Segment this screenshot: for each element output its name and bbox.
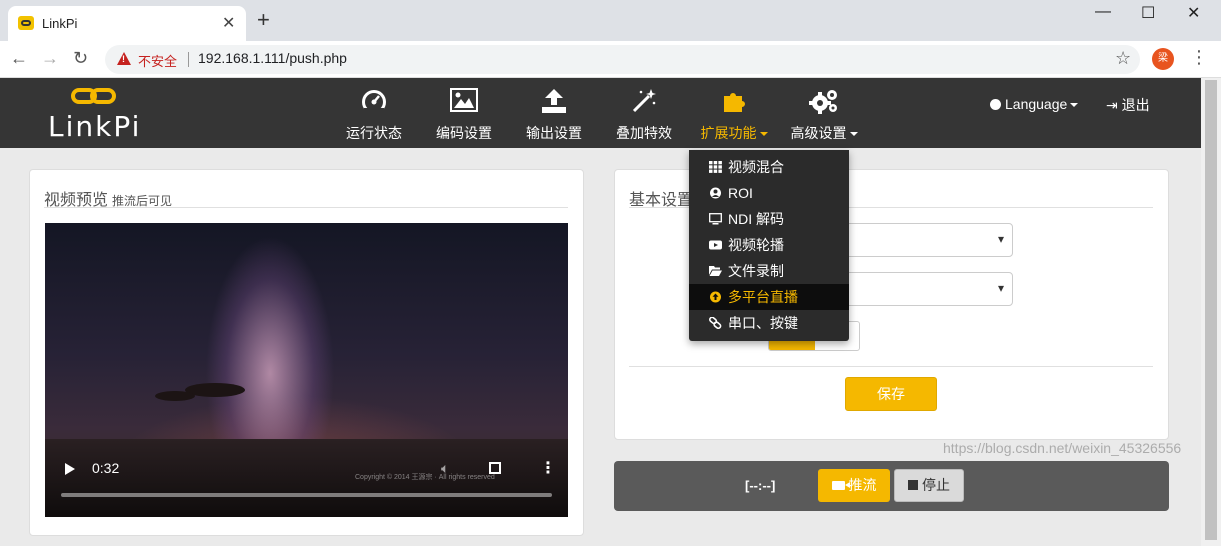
push-timer: [--:--] [745, 478, 776, 493]
nav-item-extensions[interactable]: 扩展功能 [694, 78, 774, 148]
video-cloud [155, 391, 195, 401]
nav-label-advanced: 高级设置 [784, 123, 864, 143]
monitor-icon [709, 213, 722, 225]
video-time: 0:32 [92, 460, 120, 476]
maximize-icon[interactable]: ☐ [1141, 3, 1155, 23]
menu-label: ROI [728, 185, 753, 201]
magic-wand-icon [606, 88, 682, 114]
caret-down-icon [849, 132, 858, 137]
arrow-circle-up-icon [710, 291, 721, 303]
menu-item-roi[interactable]: ROI [689, 180, 849, 206]
dashboard-icon [336, 88, 412, 114]
top-navbar: LinkPi 运行状态 编码设置 输出设置 叠加特效 扩展功能 高级设置 Lan… [0, 78, 1201, 148]
youtube-play-icon [709, 240, 722, 250]
gears-icon [784, 88, 864, 114]
stop-button[interactable]: 停止 [894, 469, 964, 502]
video-camera-icon [831, 481, 850, 490]
nav-item-output[interactable]: 输出设置 [516, 78, 592, 148]
brand-name: LinkPi [48, 110, 142, 143]
insecure-label[interactable]: 不安全 [138, 51, 177, 70]
menu-label: 视频混合 [728, 159, 784, 175]
profile-avatar[interactable]: 梁 [1152, 48, 1174, 70]
panel-divider [629, 366, 1153, 367]
nav-label-status: 运行状态 [346, 125, 402, 141]
nav-label-output: 输出设置 [526, 125, 582, 141]
close-window-icon[interactable]: ✕ [1187, 3, 1200, 23]
menu-label: 多平台直播 [728, 289, 798, 305]
url-text[interactable]: 192.168.1.111/push.php [198, 50, 347, 66]
browser-tab-strip: LinkPi ✕ + — ☐ ✕ [0, 0, 1221, 41]
nav-label-encoding: 编码设置 [436, 125, 492, 141]
push-control-bar: [--:--] 推流 停止 [614, 461, 1169, 511]
extensions-dropdown-menu: 视频混合 ROI NDI 解码 视频轮播 文件录制 多平台直播 串口、按键 [689, 150, 849, 341]
back-arrow-icon[interactable]: ← [10, 48, 28, 68]
video-preview-panel: 视频预览 推流后可见 0:32 Copyright © 2014 王源宗 · Al… [29, 169, 584, 536]
csdn-watermark: https://blog.csdn.net/weixin_45326556 [943, 440, 1182, 456]
brand-logo[interactable]: LinkPi [46, 86, 146, 143]
preview-hint: 推流后可见 [112, 194, 173, 208]
fullscreen-icon[interactable] [489, 462, 501, 474]
language-label: Language [1005, 96, 1068, 112]
caret-down-icon [1070, 103, 1079, 108]
forward-arrow-icon[interactable]: → [41, 48, 59, 68]
user-circle-icon [710, 187, 721, 199]
new-tab-button[interactable]: + [257, 9, 270, 31]
logout-label: 退出 [1121, 97, 1150, 113]
grid-icon [709, 161, 722, 173]
page-content: LinkPi 运行状态 编码设置 输出设置 叠加特效 扩展功能 高级设置 Lan… [0, 78, 1201, 546]
tab-title: LinkPi [42, 16, 78, 31]
menu-label: NDI 解码 [728, 211, 784, 227]
play-icon[interactable] [65, 463, 75, 475]
nav-item-encoding[interactable]: 编码设置 [426, 78, 502, 148]
warning-icon [117, 52, 131, 65]
menu-item-video-carousel[interactable]: 视频轮播 [689, 232, 849, 258]
menu-item-multi-platform-live[interactable]: 多平台直播 [689, 284, 849, 310]
menu-label: 串口、按键 [728, 315, 798, 331]
nav-item-advanced[interactable]: 高级设置 [784, 78, 864, 148]
browser-toolbar: ← → ↻ 不安全 192.168.1.111/push.php ☆ 梁 ⋮ [0, 41, 1221, 78]
folder-open-icon [709, 266, 722, 276]
reload-icon[interactable]: ↻ [73, 48, 88, 68]
bookmark-star-icon[interactable]: ☆ [1115, 48, 1131, 69]
save-button[interactable]: 保存 [845, 377, 937, 411]
page-scrollbar[interactable] [1201, 78, 1221, 546]
panel-divider [44, 207, 568, 208]
video-copyright: Copyright © 2014 王源宗 · All rights reserv… [355, 474, 495, 481]
chain-link-logo-icon [71, 88, 119, 106]
picture-icon [426, 88, 502, 114]
browser-tab[interactable]: LinkPi ✕ [8, 6, 246, 41]
omnibox-divider [188, 52, 189, 67]
link-icon [709, 317, 722, 329]
nav-label-overlay: 叠加特效 [616, 125, 672, 141]
sign-out-icon: ⇥ [1106, 97, 1118, 113]
menu-item-serial-buttons[interactable]: 串口、按键 [689, 310, 849, 336]
nav-item-status[interactable]: 运行状态 [336, 78, 412, 148]
minimize-icon[interactable]: — [1095, 3, 1111, 21]
nav-label-extensions: 扩展功能 [694, 123, 774, 143]
linkpi-favicon-icon [18, 16, 34, 30]
browser-menu-icon[interactable]: ⋮ [1190, 47, 1208, 68]
menu-item-file-record[interactable]: 文件录制 [689, 258, 849, 284]
stop-icon [908, 480, 918, 490]
menu-label: 文件录制 [728, 263, 784, 279]
push-button[interactable]: 推流 [818, 469, 890, 502]
globe-icon [990, 99, 1001, 110]
logout-link[interactable]: ⇥ 退出 [1106, 95, 1150, 115]
video-player[interactable]: 0:32 Copyright © 2014 王源宗 · All rights r… [45, 223, 568, 517]
address-bar[interactable]: 不安全 192.168.1.111/push.php ☆ [105, 45, 1140, 74]
nav-item-overlay[interactable]: 叠加特效 [606, 78, 682, 148]
language-menu[interactable]: Language [990, 96, 1079, 112]
close-tab-icon[interactable]: ✕ [222, 13, 235, 33]
more-options-icon[interactable]: ⋮ [540, 458, 556, 478]
menu-label: 视频轮播 [728, 237, 784, 253]
volume-icon[interactable]: 🔈︎ [441, 460, 449, 477]
video-progress-bar[interactable] [61, 493, 552, 497]
menu-item-ndi-decode[interactable]: NDI 解码 [689, 206, 849, 232]
puzzle-icon [694, 88, 774, 114]
upload-icon [516, 88, 592, 114]
scrollbar-thumb[interactable] [1205, 80, 1217, 540]
menu-item-video-mix[interactable]: 视频混合 [689, 154, 849, 180]
caret-down-icon [759, 132, 768, 137]
